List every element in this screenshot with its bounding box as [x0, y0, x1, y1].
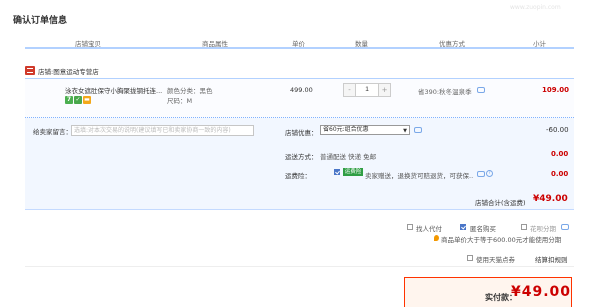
- guarantee-icon: ✓: [74, 96, 82, 104]
- insurance-checkbox[interactable]: [334, 169, 340, 175]
- anonymous-checkbox[interactable]: [460, 224, 466, 230]
- order-item-row: [25, 78, 574, 118]
- quantity-input[interactable]: [356, 84, 378, 96]
- delivery-amount: 0.00: [551, 150, 569, 158]
- delivery-value: 普通配送 快递 免邮: [320, 153, 377, 161]
- promo-info-icon[interactable]: [477, 87, 485, 93]
- installment-checkbox[interactable]: [521, 224, 527, 230]
- delivery-label: 运送方式：: [285, 153, 318, 161]
- insurance-amount: 0.00: [551, 170, 569, 178]
- shop-prefix: 店铺:: [38, 68, 54, 76]
- item-attr-color: 颜色分类：黑色: [167, 87, 213, 95]
- column-header-subtotal: 小计: [533, 40, 546, 48]
- message-input[interactable]: 选填:对本次交易的说明(建议填写已和卖家协商一致的内容): [71, 125, 254, 136]
- column-header-attr: 商品属性: [202, 40, 228, 48]
- shop-total-value: ¥49.00: [533, 194, 568, 204]
- help-icon[interactable]: ?: [486, 170, 493, 177]
- dropdown-arrow-icon: ▼: [403, 128, 407, 134]
- item-attr-size: 尺码：M: [167, 97, 193, 105]
- quantity-minus-button[interactable]: -: [344, 84, 356, 96]
- column-header-promo: 优惠方式: [439, 40, 465, 48]
- shop-name-line: 店铺:图意运动专营店: [38, 66, 99, 76]
- watermark: www.zuopin.com: [510, 4, 561, 11]
- shop-icon: [25, 66, 35, 75]
- friend-pay-label: 找人代付: [416, 225, 442, 233]
- column-header-price: 单价: [292, 40, 305, 48]
- insurance-info-icon[interactable]: [477, 171, 485, 177]
- column-header-item: 店铺宝贝: [75, 40, 101, 48]
- message-label: 给卖家留言：: [33, 128, 72, 136]
- pay-amount: ¥49.00: [511, 284, 572, 300]
- page-title: 确认订单信息: [13, 16, 68, 26]
- item-title-link[interactable]: 泳衣女遮肚保守小胸聚拢钢托连...: [65, 85, 163, 95]
- item-price: 499.00: [290, 86, 313, 94]
- tmall-points-checkbox[interactable]: [467, 255, 473, 261]
- column-header-row: 店铺宝贝 商品属性 单价 数量 优惠方式 小计: [25, 35, 574, 49]
- shop-total-label: 店铺合计(含运费): [475, 199, 526, 207]
- location-pin-icon: [434, 235, 439, 241]
- divider: [25, 266, 574, 267]
- insurance-label: 运费险：: [285, 172, 311, 180]
- quantity-stepper: - +: [343, 83, 391, 97]
- points-rule-link[interactable]: 结算扣规则: [535, 254, 568, 264]
- insurance-badge: 运费险: [343, 168, 363, 176]
- anonymous-label: 匿名购买: [470, 225, 496, 233]
- shop-promo-amount: -60.00: [546, 126, 569, 134]
- installment-info-icon[interactable]: [561, 224, 569, 230]
- shop-promo-select[interactable]: 省60元:组合优惠 ▼: [320, 125, 410, 135]
- shop-name-link[interactable]: 图意运动专营店: [53, 68, 99, 76]
- credit-card-icon: ▬: [83, 96, 91, 104]
- friend-pay-checkbox[interactable]: [407, 224, 413, 230]
- shop-promo-selected: 省60元:组合优惠: [323, 126, 369, 133]
- insurance-text: 卖家赠送，退换货可赔退货，可获保...: [365, 172, 473, 180]
- column-header-qty: 数量: [355, 40, 368, 48]
- seven-day-return-icon: 7: [65, 96, 73, 104]
- shop-promo-label: 店铺优惠：: [285, 129, 318, 137]
- shop-promo-info-icon[interactable]: [414, 127, 422, 133]
- quantity-plus-button[interactable]: +: [378, 84, 390, 96]
- item-subtotal: 109.00: [542, 86, 570, 94]
- tmall-points-label: 使用天猫点券: [476, 256, 515, 264]
- installment-note: 商品单价大于等于600.00元才能使用分期: [441, 236, 562, 244]
- item-promo: 省390:秋冬温泉季: [418, 88, 472, 96]
- installment-label: 花呗分期: [530, 225, 556, 233]
